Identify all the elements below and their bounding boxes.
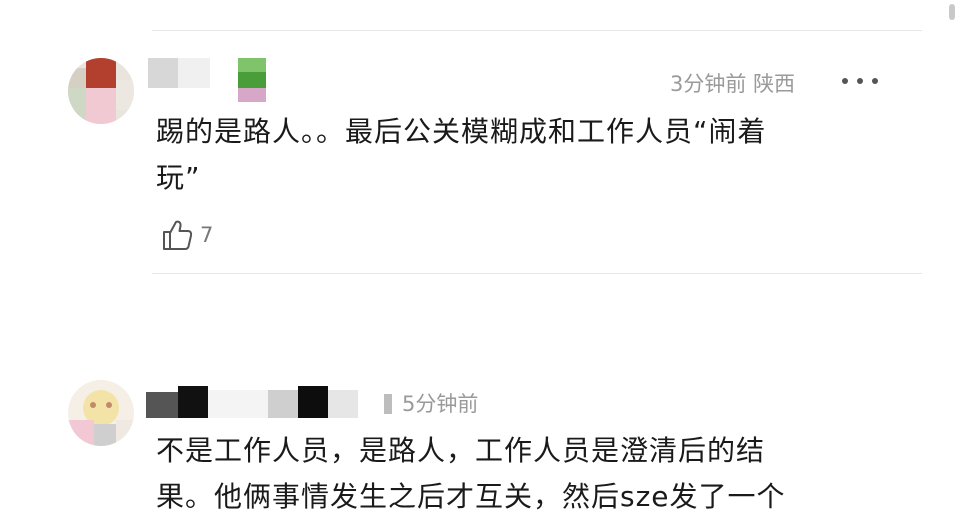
avatar-image: [68, 58, 134, 124]
comment-time: 3分钟前: [670, 72, 747, 96]
username-mosaic: [146, 386, 392, 418]
comment-location: 陕西: [753, 72, 796, 96]
comment-time: 5分钟前: [402, 392, 479, 416]
like-button[interactable]: 7: [160, 218, 213, 252]
comment-text-line: 踢的是路人。。最后公关模糊成和工作人员“闹着: [156, 115, 767, 148]
username-blurred[interactable]: [148, 58, 273, 106]
like-count: 7: [200, 223, 214, 247]
scrollbar[interactable]: [944, 0, 960, 517]
comment-text-line: 不是工作人员，是路人，工作人员是澄清后的结: [156, 434, 766, 467]
avatar[interactable]: [68, 58, 134, 124]
dot: [857, 78, 863, 84]
dot: [872, 78, 878, 84]
comment-text: 不是工作人员，是路人，工作人员是澄清后的结 果。他俩事情发生之后才互关，然后sz…: [156, 428, 786, 520]
comment-text-line: 果。他俩事情发生之后才互关，然后sze发了一个: [156, 480, 786, 513]
comment-text: 踢的是路人。。最后公关模糊成和工作人员“闹着 玩”: [156, 109, 767, 201]
comment-text-line: 玩”: [156, 161, 201, 194]
more-icon[interactable]: [842, 71, 878, 91]
avatar[interactable]: [68, 380, 134, 446]
comment-meta: 3分钟前 陕西: [670, 68, 795, 98]
divider: [152, 273, 922, 274]
divider: [152, 30, 922, 31]
avatar-image: [68, 380, 134, 446]
comment-meta: 5分钟前: [402, 388, 478, 418]
thumbs-up-icon: [163, 220, 193, 250]
username-mosaic: [148, 58, 266, 102]
dot: [842, 78, 848, 84]
scrollbar-thumb[interactable]: [949, 4, 955, 20]
username-blurred[interactable]: [146, 386, 396, 426]
